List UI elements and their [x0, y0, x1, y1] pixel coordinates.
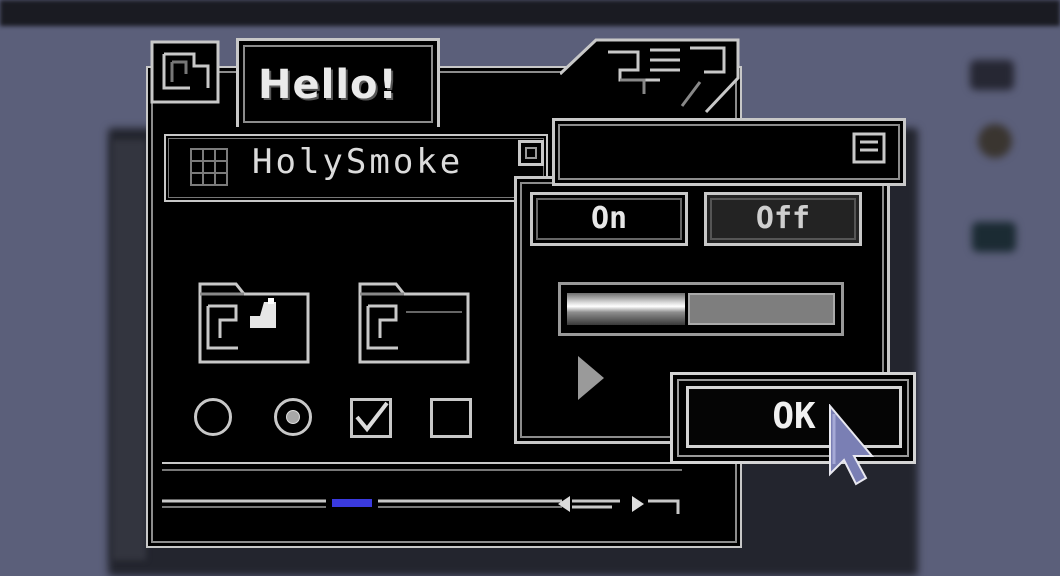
progress-remaining — [688, 293, 835, 325]
horizontal-scrollbar[interactable] — [162, 494, 722, 514]
desktop-icon[interactable] — [972, 222, 1016, 252]
radio-option-1[interactable] — [194, 398, 232, 436]
desktop-menubar — [0, 0, 1060, 26]
on-button[interactable]: On — [530, 192, 688, 246]
progress-fill — [567, 293, 688, 325]
title-ornament-icon — [560, 38, 740, 114]
menu-icon[interactable] — [852, 132, 888, 164]
pointer-cursor-icon — [829, 404, 875, 486]
check-mark-icon — [355, 401, 389, 433]
folder-icon[interactable] — [198, 282, 310, 364]
radio-option-2[interactable] — [274, 398, 312, 436]
folder-icon[interactable] — [358, 282, 470, 364]
desktop-icon[interactable] — [970, 60, 1014, 90]
radio-selected-dot — [286, 410, 300, 424]
progress-bar — [558, 282, 844, 336]
checkbox-1[interactable] — [350, 398, 392, 438]
desktop-icon[interactable] — [978, 124, 1012, 158]
checkbox-2[interactable] — [430, 398, 472, 438]
name-field-value: HolySmoke — [252, 142, 464, 182]
background-sidebar — [112, 140, 146, 560]
grid-icon — [190, 148, 228, 186]
corner-ornament-icon — [150, 40, 220, 104]
window-box-icon[interactable] — [518, 140, 544, 166]
play-icon[interactable] — [578, 356, 604, 400]
off-button[interactable]: Off — [704, 192, 862, 246]
window-title: Hello! — [258, 62, 398, 108]
divider — [162, 462, 682, 471]
